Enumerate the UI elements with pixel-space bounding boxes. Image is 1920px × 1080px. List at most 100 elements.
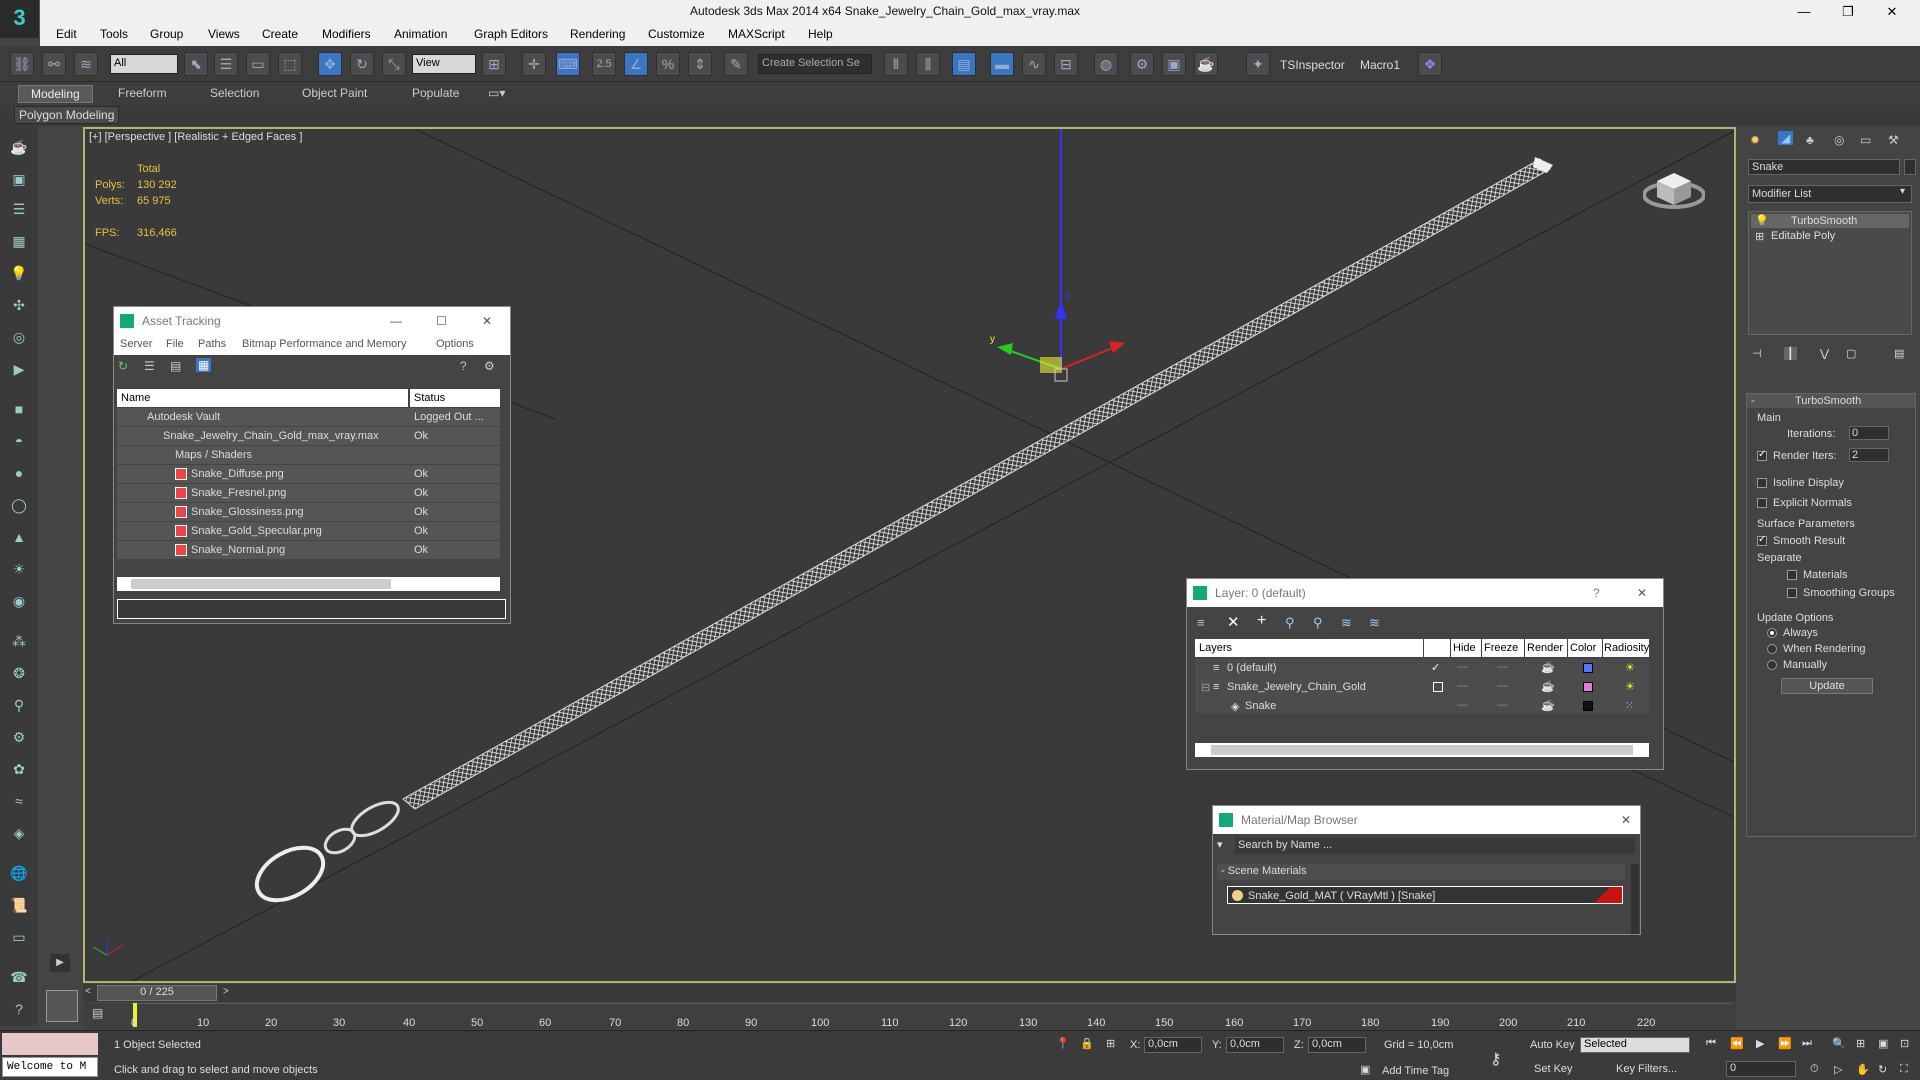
app-logo-icon[interactable]: 3 — [0, 0, 40, 38]
zoom-extents-icon[interactable]: ▣ — [1878, 1037, 1888, 1050]
maxscript-input[interactable]: Welcome to M — [2, 1057, 98, 1077]
viewport-label[interactable]: [+] [Perspective ] [Realistic + Edged Fa… — [89, 131, 302, 143]
toggle-ribbon-icon[interactable]: ▬ — [990, 52, 1014, 76]
hide-toggle[interactable]: — — [1457, 661, 1468, 673]
go-to-start-icon[interactable]: ⏮ — [1706, 1037, 1716, 1050]
sphere-icon[interactable]: ● — [8, 462, 30, 484]
freeze-all-icon[interactable]: ≋ — [1369, 615, 1380, 631]
box-icon[interactable]: ■ — [8, 398, 30, 420]
expand-icon[interactable]: ⊞ — [1755, 230, 1764, 243]
iterations-spinner[interactable]: 0 — [1849, 426, 1889, 440]
prev-frame-icon[interactable]: ⏪ — [1730, 1037, 1744, 1050]
settings-icon[interactable]: ⚙ — [484, 359, 495, 373]
update-always-radio[interactable] — [1767, 628, 1777, 638]
hair-icon[interactable]: ≈ — [8, 790, 30, 812]
snap-toggle-icon[interactable]: 2.5 — [592, 52, 616, 76]
render-iters-spinner[interactable]: 2 — [1849, 448, 1889, 462]
teapot-icon[interactable]: ☕ — [8, 136, 30, 158]
column-header-name[interactable]: Name — [117, 389, 408, 407]
menu-edit[interactable]: Edit — [56, 27, 77, 41]
list-icon[interactable]: ☰ — [8, 198, 30, 220]
polygon-modeling-panel[interactable]: Polygon Modeling — [14, 106, 120, 124]
select-object-icon[interactable]: ⬉ — [184, 52, 208, 76]
minimize-button[interactable]: — — [1784, 2, 1824, 22]
layer-color-swatch[interactable] — [1583, 682, 1593, 692]
reference-coord-dropdown[interactable]: View — [412, 54, 476, 74]
radiosity-icon[interactable]: ☀ — [1625, 680, 1635, 693]
render-teapot-icon[interactable]: ☕ — [1541, 699, 1555, 712]
hide-header[interactable]: Hide — [1451, 639, 1481, 657]
gizmo-x-axis[interactable] — [1060, 346, 1116, 370]
object-name-field[interactable]: Snake — [1748, 159, 1900, 175]
render-setup-icon[interactable]: ⚙ — [1130, 52, 1154, 76]
rollout-header[interactable]: - TurboSmooth — [1747, 394, 1915, 408]
plant-icon[interactable]: ✿ — [8, 758, 30, 780]
shell-icon[interactable]: ◈ — [8, 822, 30, 844]
light-icon[interactable]: 💡 — [8, 262, 30, 284]
display-tab-icon[interactable]: ▭ — [1860, 133, 1871, 147]
grid-icon[interactable]: ▦ — [8, 230, 30, 252]
zoom-icon[interactable]: 🔍 — [1832, 1037, 1846, 1050]
time-config-icon[interactable]: ⏱ — [1810, 1063, 1819, 1076]
create-layer-icon[interactable]: ≡ — [1197, 615, 1205, 630]
bone-icon[interactable]: ⚲ — [8, 694, 30, 716]
restore-button[interactable]: ❐ — [1828, 2, 1868, 22]
select-by-name-icon[interactable]: ☰ — [214, 52, 238, 76]
unlink-icon[interactable]: ⚯ — [42, 52, 66, 76]
x-coordinate-field[interactable]: 0,0cm — [1144, 1037, 1202, 1053]
material-item[interactable]: Snake_Gold_MAT ( VRayMtl ) [Snake] — [1227, 886, 1623, 904]
table-row[interactable]: ≡ 0 (default) ✓ — — ☕ ☀ — [1195, 659, 1649, 677]
refresh-icon[interactable]: ↻ — [118, 359, 128, 373]
menu-modifiers[interactable]: Modifiers — [322, 27, 371, 41]
help-icon[interactable]: ? — [460, 359, 467, 373]
hide-all-icon[interactable]: ≋ — [1341, 615, 1352, 631]
current-layer-checkbox[interactable] — [1433, 682, 1443, 692]
radiosity-icon[interactable]: ☀ — [1625, 661, 1635, 674]
freeze-toggle[interactable]: — — [1497, 680, 1508, 692]
maximize-viewport-icon[interactable]: ⛶ — [1900, 1063, 1908, 1076]
close-button[interactable]: ✕ — [1872, 2, 1912, 22]
details-view-icon[interactable]: ▤ — [170, 359, 181, 373]
helper-icon[interactable]: ✣ — [8, 294, 30, 316]
scene-materials-section[interactable]: - Scene Materials — [1217, 864, 1625, 880]
list-view-icon[interactable]: ☰ — [144, 359, 155, 373]
curve-editor-icon[interactable]: ∿ — [1022, 52, 1046, 76]
add-time-tag[interactable]: Add Time Tag — [1382, 1065, 1449, 1077]
percent-snap-icon[interactable]: % — [656, 52, 680, 76]
separate-materials-checkbox[interactable] — [1787, 570, 1797, 580]
script-icon[interactable]: 📜 — [8, 894, 30, 916]
bind-space-warp-icon[interactable]: ≋ — [74, 52, 98, 76]
menu-customize[interactable]: Customize — [648, 27, 705, 41]
list-item[interactable]: Snake_Normal.png Ok — [117, 541, 500, 559]
highlight-layer-icon[interactable]: ⚲ — [1313, 615, 1323, 631]
tsinspector-label[interactable]: TSInspector — [1280, 58, 1345, 72]
menu-animation[interactable]: Animation — [394, 27, 447, 41]
utilities-tab-icon[interactable]: ⚒ — [1888, 133, 1899, 147]
asset-tracking-minimize[interactable]: — — [390, 314, 402, 328]
delete-layer-icon[interactable]: ✕ — [1227, 613, 1240, 631]
hierarchy-tab-icon[interactable]: ♣ — [1806, 133, 1814, 147]
material-search-input[interactable]: Search by Name ... — [1235, 838, 1635, 854]
gizmo-x-arrow[interactable] — [1109, 341, 1125, 353]
chevron-down-icon[interactable]: ▾ — [1900, 186, 1905, 197]
list-item[interactable]: Snake_Fresnel.png Ok — [117, 484, 500, 502]
link-icon[interactable]: ⛓ — [10, 52, 34, 76]
asset-path-field[interactable] — [117, 599, 506, 619]
viewcube[interactable] — [1642, 161, 1706, 211]
mirror-icon[interactable]: ⫴ — [884, 52, 908, 76]
render-header[interactable]: Render — [1525, 639, 1567, 657]
key-set-dropdown[interactable]: Selected — [1580, 1037, 1690, 1053]
horizontal-scrollbar[interactable] — [117, 577, 500, 591]
stack-item-turbosmooth[interactable]: 💡 TurboSmooth — [1751, 214, 1909, 228]
search-options-icon[interactable]: ▾ — [1217, 838, 1223, 851]
menu-create[interactable]: Create — [262, 27, 298, 41]
spacewarp-icon[interactable]: ◎ — [8, 326, 30, 348]
fov-icon[interactable]: ▷ — [1834, 1063, 1842, 1076]
material-browser-titlebar[interactable]: Material/Map Browser ✕ — [1213, 806, 1640, 834]
asset-tracking-maximize[interactable]: ☐ — [436, 314, 447, 328]
render-production-icon[interactable]: ☕ — [1194, 52, 1218, 76]
particles-icon[interactable]: ⁂ — [8, 630, 30, 652]
radiosity-icon[interactable]: ⁙ — [1625, 699, 1634, 712]
render-iters-checkbox[interactable] — [1757, 449, 1767, 461]
render-teapot-icon[interactable]: ☕ — [1541, 680, 1555, 693]
